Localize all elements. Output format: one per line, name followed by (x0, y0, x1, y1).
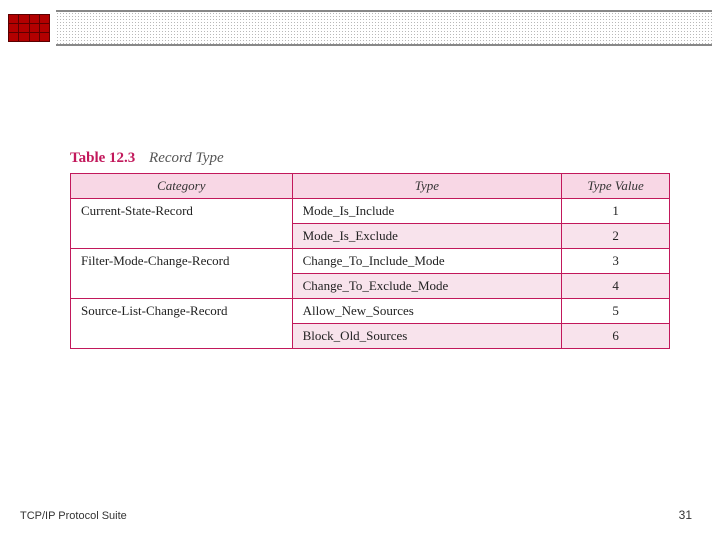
footer-text: TCP/IP Protocol Suite (20, 510, 127, 522)
cell-type: Block_Old_Sources (292, 324, 562, 349)
table-number: Table 12.3 (70, 150, 135, 166)
cell-value: 2 (562, 224, 670, 249)
cell-value: 5 (562, 299, 670, 324)
page-number: 31 (679, 508, 692, 522)
table-row: Current-State-Record Mode_Is_Include 1 (71, 199, 670, 224)
cell-category: Source-List-Change-Record (71, 299, 293, 349)
record-type-table: Category Type Type Value Current-State-R… (70, 173, 670, 349)
table-header-row: Category Type Type Value (71, 174, 670, 199)
cell-category: Filter-Mode-Change-Record (71, 249, 293, 299)
cell-type: Mode_Is_Include (292, 199, 562, 224)
logo-icon (8, 14, 50, 42)
header-bar (8, 8, 712, 48)
table-row: Filter-Mode-Change-Record Change_To_Incl… (71, 249, 670, 274)
table-caption: Table 12.3 Record Type (70, 150, 670, 167)
cell-type: Change_To_Include_Mode (292, 249, 562, 274)
cell-category: Current-State-Record (71, 199, 293, 249)
header-divider (56, 10, 712, 46)
table-row: Source-List-Change-Record Allow_New_Sour… (71, 299, 670, 324)
cell-type: Allow_New_Sources (292, 299, 562, 324)
slide-content: Table 12.3 Record Type Category Type Typ… (70, 150, 670, 349)
cell-type: Change_To_Exclude_Mode (292, 274, 562, 299)
cell-value: 3 (562, 249, 670, 274)
header-type: Type (292, 174, 562, 199)
header-value: Type Value (562, 174, 670, 199)
cell-value: 1 (562, 199, 670, 224)
header-category: Category (71, 174, 293, 199)
table-caption-text: Record Type (149, 150, 224, 166)
cell-type: Mode_Is_Exclude (292, 224, 562, 249)
cell-value: 4 (562, 274, 670, 299)
cell-value: 6 (562, 324, 670, 349)
